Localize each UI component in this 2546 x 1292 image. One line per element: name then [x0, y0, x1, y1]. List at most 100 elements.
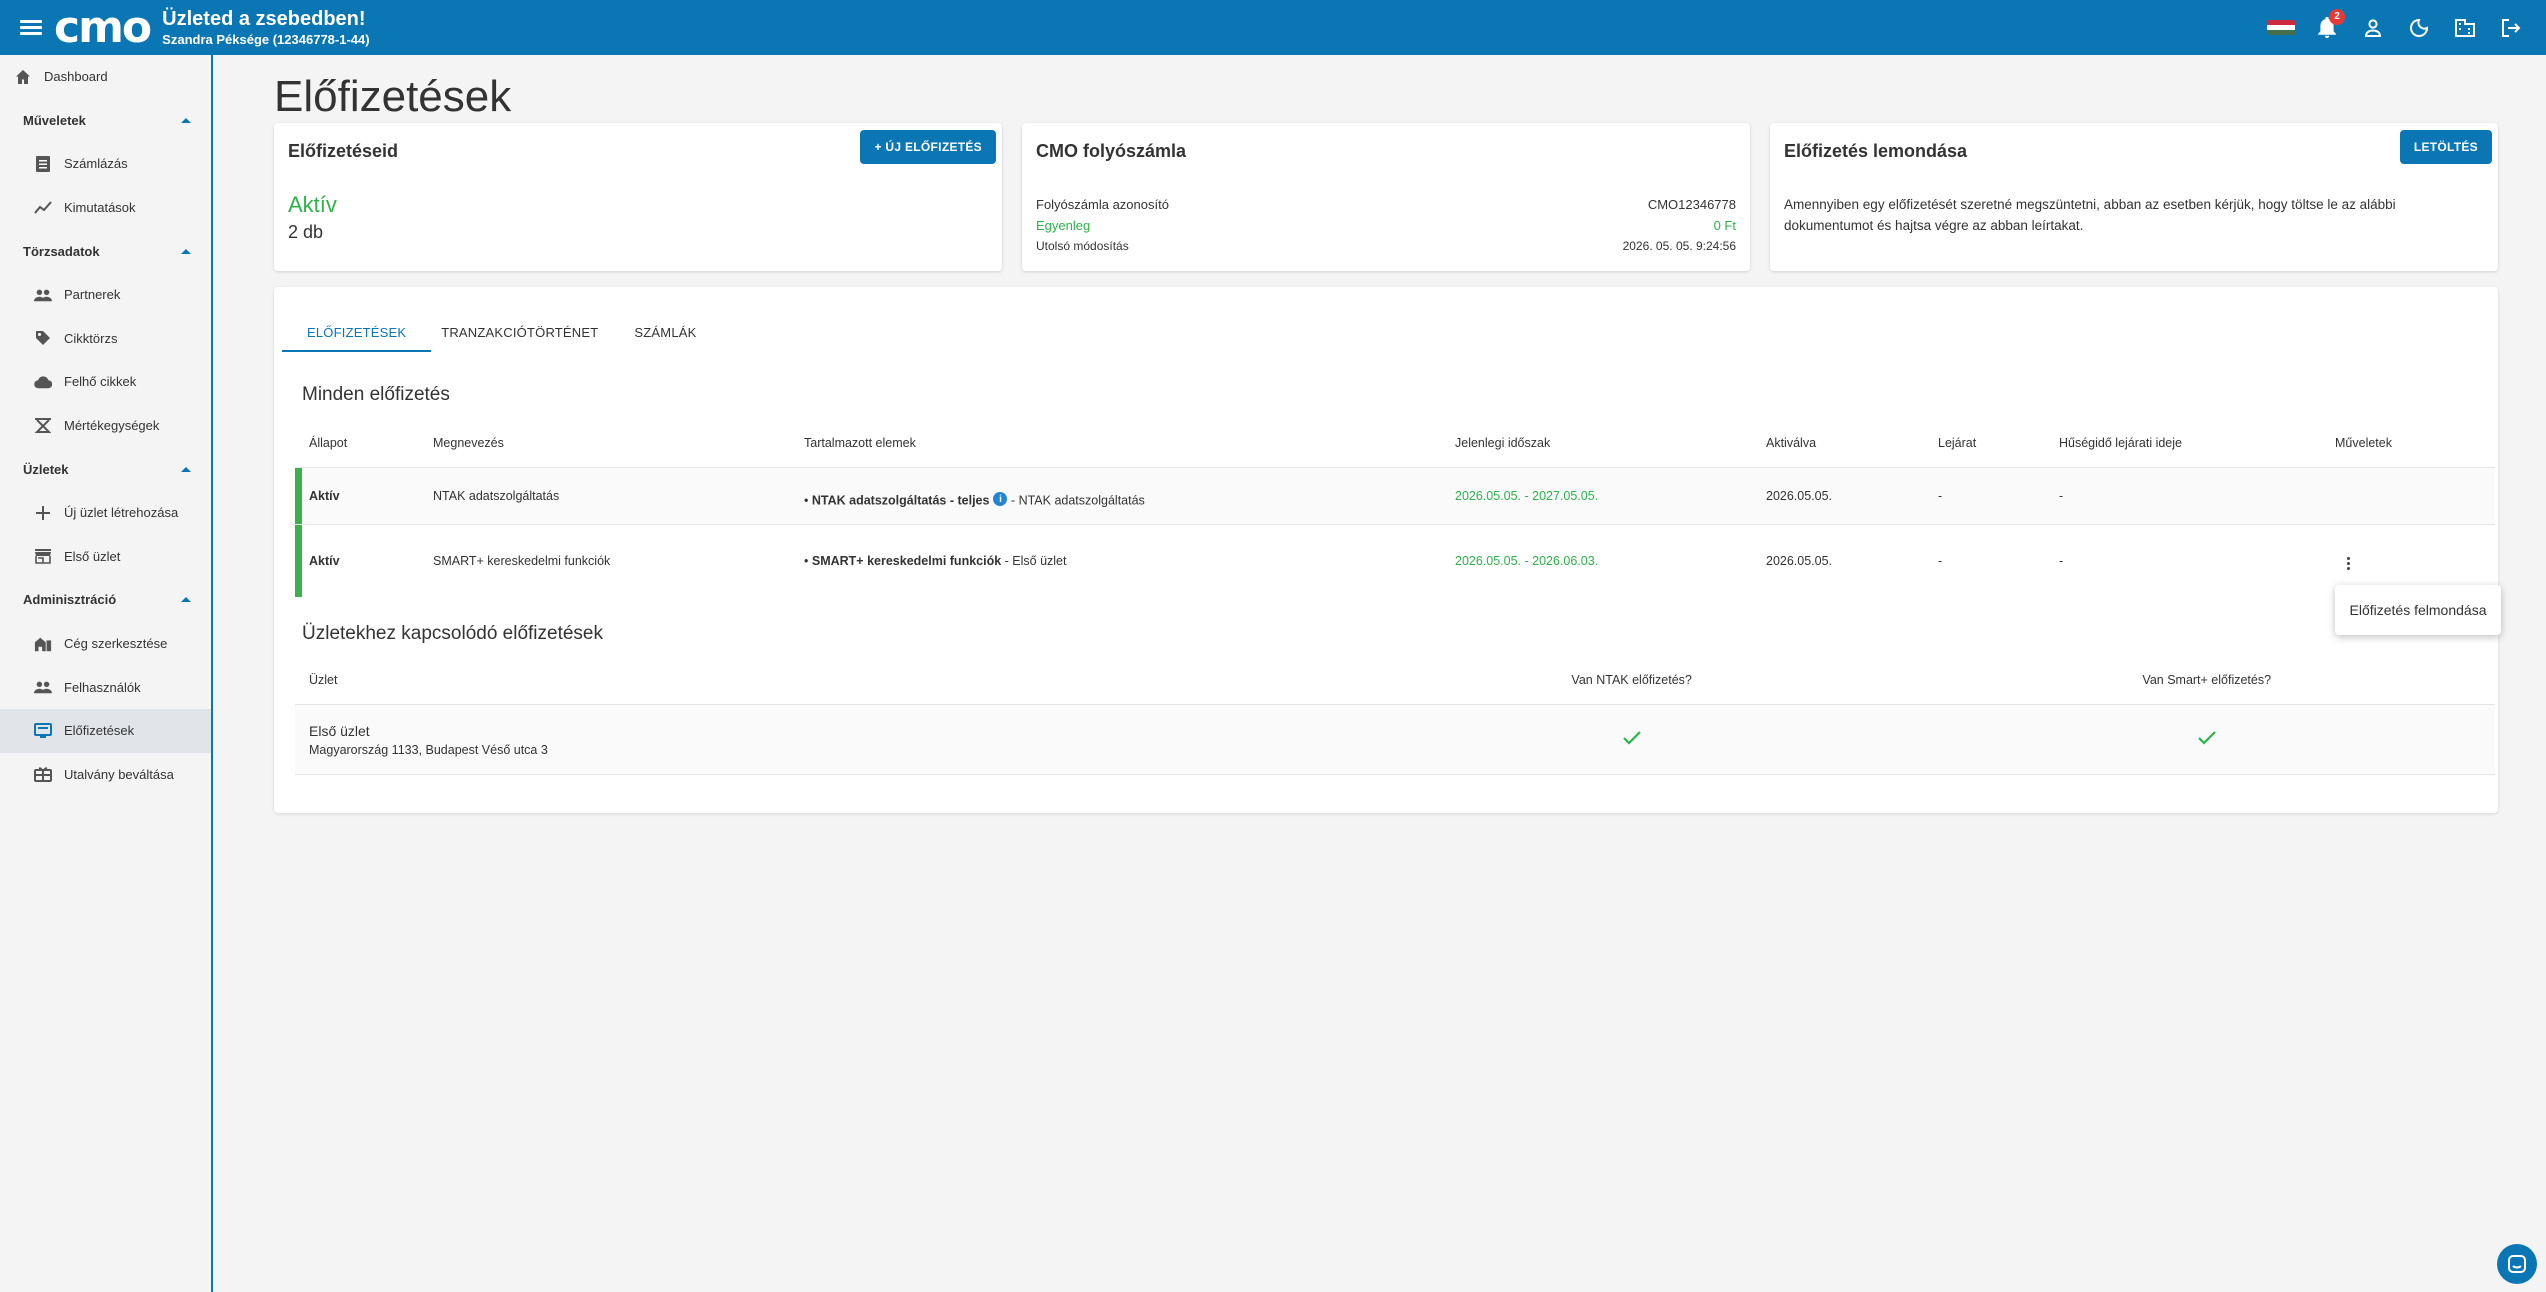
sidebar-item-label: Előfizetések	[64, 723, 135, 739]
subscriptions-card: Előfizetéseid + ÚJ ELŐFIZETÉS Aktív 2 db	[274, 123, 1002, 271]
section-label: Törzsadatok	[23, 243, 100, 259]
table-row[interactable]: Aktív NTAK adatszolgáltatás • NTAK adats…	[295, 468, 2495, 525]
column-header: Műveletek	[2335, 435, 2392, 450]
items-cell: • SMART+ kereskedelmi funkciók - Első üz…	[804, 554, 1067, 568]
sidebar-item-szamlazas[interactable]: Számlázás	[0, 142, 211, 186]
check-icon	[2197, 731, 2216, 745]
sidebar-item-cikktorzs[interactable]: Cikktörzs	[0, 317, 211, 361]
smart-cell	[1918, 731, 2495, 748]
table-row[interactable]: Első üzlet Magyarország 1133, Budapest V…	[295, 705, 2495, 775]
tab-szamlak[interactable]: SZÁMLÁK	[618, 314, 712, 352]
card-title: Előfizetés lemondása	[1784, 141, 1968, 161]
activated-cell: 2026.05.05.	[1766, 489, 1833, 503]
more-vert-icon[interactable]	[2343, 553, 2354, 574]
tag-icon	[34, 329, 52, 347]
home-icon	[14, 68, 32, 86]
notifications-bell-icon[interactable]: 2	[2304, 5, 2350, 51]
store-address: Magyarország 1133, Budapest Véső utca 3	[309, 742, 548, 757]
sidebar-item-label: Számlázás	[64, 156, 128, 172]
cancel-subscription-menu-item[interactable]: Előfizetés felmondása	[2335, 585, 2501, 635]
new-subscription-button[interactable]: + ÚJ ELŐFIZETÉS	[860, 130, 996, 164]
column-header: Tartalmazott elemek	[804, 435, 916, 450]
collapse-icon	[181, 248, 191, 254]
subscriptions-panel: ELŐFIZETÉSEK TRANZAKCIÓTÖRTÉNET SZÁMLÁK …	[274, 287, 2498, 813]
sidebar-item-elofizetesek[interactable]: Előfizetések	[0, 708, 211, 753]
sidebar-item-felho-cikkek[interactable]: Felhő cikkek	[0, 360, 211, 404]
card-title: CMO folyószámla	[1036, 141, 1187, 161]
sidebar-item-utalvany[interactable]: Utalvány beváltása	[0, 753, 211, 797]
page-title: Előfizetések	[274, 72, 512, 121]
dark-mode-icon[interactable]	[2396, 5, 2442, 51]
store-name: Első üzlet	[309, 722, 370, 739]
status-cell: Aktív	[309, 554, 340, 568]
balance-value: 0 Ft	[1713, 218, 1736, 233]
info-icon[interactable]: i	[993, 492, 1008, 507]
people-icon	[34, 286, 52, 304]
sidebar-item-label: Kimutatások	[64, 200, 136, 216]
active-indicator	[295, 525, 302, 597]
sidebar-item-label: Cég szerkesztése	[64, 636, 168, 652]
sidebar-item-label: Utalvány beváltása	[64, 766, 174, 782]
table-row[interactable]: Aktív SMART+ kereskedelmi funkciók • SMA…	[295, 525, 2495, 597]
cancel-card: Előfizetés lemondása LETÖLTÉS Amennyiben…	[1770, 123, 2498, 271]
column-header: Van Smart+ előfizetés?	[2142, 672, 2272, 687]
account-card: CMO folyószámla Folyószámla azonosító CMO…	[1022, 123, 1750, 271]
main-content: Előfizetések Előfizetéseid + ÚJ ELŐFIZET…	[274, 55, 2498, 813]
store-icon	[34, 547, 52, 565]
chat-icon[interactable]	[2497, 1244, 2537, 1284]
tab-elofizetesek[interactable]: ELŐFIZETÉSEK	[282, 314, 432, 352]
item-detail: - NTAK adatszolgáltatás	[1010, 493, 1145, 508]
sidebar-section-muveletek[interactable]: Műveletek	[0, 99, 211, 143]
period-cell: 2026.05.05. - 2027.05.05.	[1455, 489, 1599, 503]
sidebar-item-label: Dashboard	[44, 69, 108, 85]
sidebar-item-uj-uzlet[interactable]: Új üzlet létrehozása	[0, 491, 211, 535]
download-button[interactable]: LETÖLTÉS	[2399, 130, 2492, 164]
receipt-icon	[34, 155, 52, 173]
tab-tranzakciotortenet[interactable]: TRANZAKCIÓTÖRTÉNET	[431, 314, 618, 352]
column-header: Aktiválva	[1766, 435, 1817, 450]
sidebar-item-felhasznalok[interactable]: Felhasználók	[0, 665, 211, 709]
loyalty-cell: -	[2059, 554, 2064, 568]
sidebar-item-label: Partnerek	[64, 287, 121, 303]
column-header: Megnevezés	[433, 435, 504, 450]
collapse-icon	[181, 117, 191, 123]
sidebar-item-ceg[interactable]: Cég szerkesztése	[0, 622, 211, 666]
items-cell: • NTAK adatszolgáltatás - teljes i - NTAK…	[804, 492, 1145, 508]
sidebar-item-kimutatasok[interactable]: Kimutatások	[0, 186, 211, 230]
cancel-description: Amennyiben egy előfizetését szeretné meg…	[1784, 197, 2396, 233]
column-header: Állapot	[309, 435, 348, 450]
user-icon[interactable]	[2350, 5, 2396, 51]
menu-icon[interactable]	[20, 17, 42, 38]
all-subscriptions-table: Állapot Megnevezés Tartalmazott elemek J…	[295, 418, 2495, 597]
status-cell: Aktív	[309, 489, 340, 503]
name-cell: SMART+ kereskedelmi funkciók	[433, 554, 611, 568]
gift-card-icon	[34, 765, 52, 783]
sidebar: Dashboard Műveletek Számlázás Kimutatáso…	[0, 55, 213, 1292]
app-slogan: Üzleted a zsebedben!	[162, 7, 366, 30]
sidebar-section-torzsadatok[interactable]: Törzsadatok	[0, 229, 211, 273]
sidebar-item-partnerek[interactable]: Partnerek	[0, 273, 211, 317]
subscription-status: Aktív	[288, 192, 337, 217]
sidebar-item-mertekegysegek[interactable]: Mértékegységek	[0, 404, 211, 448]
account-id-label: Folyószámla azonosító	[1036, 197, 1169, 212]
table-header: Állapot Megnevezés Tartalmazott elemek J…	[295, 418, 2495, 468]
section-label: Műveletek	[23, 112, 86, 128]
logo[interactable]: cmo	[54, 5, 152, 50]
sidebar-section-adminisztracio[interactable]: Adminisztráció	[0, 578, 211, 622]
expiry-cell: -	[1938, 554, 1943, 568]
sidebar-section-uzletek[interactable]: Üzletek	[0, 447, 211, 491]
section-label: Üzletek	[23, 461, 69, 477]
users-icon	[34, 678, 52, 696]
tab-bar: ELŐFIZETÉSEK TRANZAKCIÓTÖRTÉNET SZÁMLÁK	[274, 287, 2498, 352]
collapse-icon	[181, 466, 191, 472]
ntak-cell	[1345, 731, 1919, 748]
actions-cell	[2321, 549, 2471, 574]
logout-icon[interactable]	[2488, 5, 2534, 51]
company-name: Szandra Péksége (12346778-1-44)	[162, 31, 370, 47]
sidebar-item-dashboard[interactable]: Dashboard	[0, 55, 211, 99]
company-icon[interactable]	[2442, 5, 2488, 51]
language-flag-icon[interactable]	[2258, 5, 2304, 51]
store-subscriptions-table: Üzlet Van NTAK előfizetés? Van Smart+ el…	[295, 655, 2495, 775]
sidebar-item-elso-uzlet[interactable]: Első üzlet	[0, 535, 211, 579]
item-detail: - Első üzlet	[1004, 554, 1067, 568]
